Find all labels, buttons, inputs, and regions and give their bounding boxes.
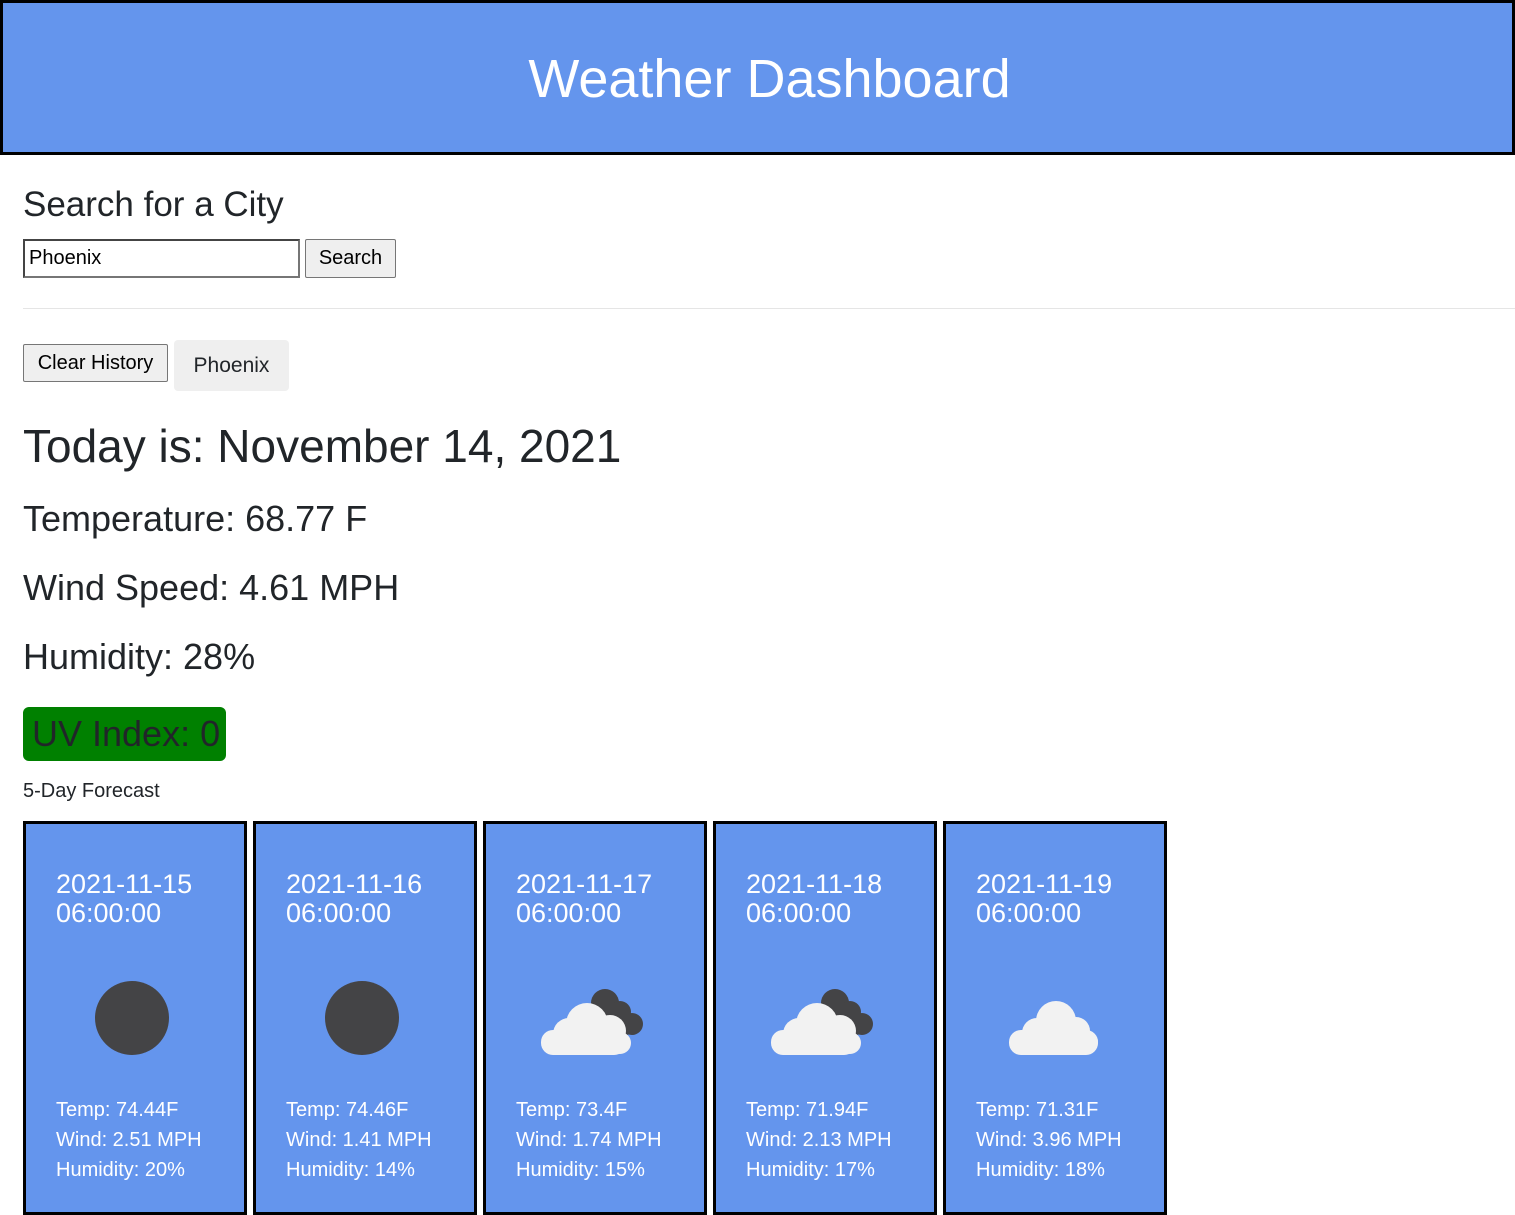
forecast-card: 2021-11-19 06:00:00 Temp: 71.31F Wind: 3… bbox=[943, 821, 1167, 1215]
forecast-date: 2021-11-18 06:00:00 bbox=[746, 869, 883, 928]
forecast-date: 2021-11-15 06:00:00 bbox=[56, 869, 193, 928]
forecast-date: 2021-11-19 06:00:00 bbox=[976, 869, 1113, 928]
search-button[interactable]: Search bbox=[305, 239, 396, 278]
current-wind-speed: Wind Speed: 4.61 MPH bbox=[23, 567, 400, 608]
forecast-humidity: Humidity: 14% bbox=[286, 1159, 415, 1181]
forecast-card: 2021-11-16 06:00:00 Temp: 74.46F Wind: 1… bbox=[253, 821, 477, 1215]
page-header: Weather Dashboard bbox=[0, 0, 1515, 155]
forecast-wind: Wind: 1.74 MPH bbox=[516, 1129, 662, 1151]
full-moon-icon bbox=[78, 968, 190, 1068]
forecast-temp: Temp: 74.46F bbox=[286, 1099, 409, 1121]
forecast-card: 2021-11-18 06:00:00 Temp: 71.94F Wind: 2… bbox=[713, 821, 937, 1215]
forecast-heading: 5-Day Forecast bbox=[23, 780, 160, 802]
current-date: Today is: November 14, 2021 bbox=[23, 420, 622, 472]
full-moon-icon bbox=[308, 968, 420, 1068]
forecast-humidity: Humidity: 18% bbox=[976, 1159, 1105, 1181]
forecast-wind: Wind: 3.96 MPH bbox=[976, 1129, 1122, 1151]
forecast-wind: Wind: 1.41 MPH bbox=[286, 1129, 432, 1151]
current-temperature: Temperature: 68.77 F bbox=[23, 498, 368, 539]
forecast-humidity: Humidity: 20% bbox=[56, 1159, 185, 1181]
forecast-temp: Temp: 71.94F bbox=[746, 1099, 869, 1121]
uv-index-badge: UV Index: 0 bbox=[23, 707, 226, 761]
forecast-date: 2021-11-16 06:00:00 bbox=[286, 869, 423, 928]
forecast-humidity: Humidity: 15% bbox=[516, 1159, 645, 1181]
cloud-icon bbox=[998, 968, 1110, 1068]
search-heading: Search for a City bbox=[23, 185, 284, 224]
forecast-wind: Wind: 2.51 MPH bbox=[56, 1129, 202, 1151]
clear-history-button[interactable]: Clear History bbox=[23, 344, 168, 382]
history-item-phoenix[interactable]: Phoenix bbox=[174, 340, 289, 391]
forecast-temp: Temp: 71.31F bbox=[976, 1099, 1099, 1121]
forecast-card: 2021-11-17 06:00:00 Temp: 73.4F Wind: 1.… bbox=[483, 821, 707, 1215]
night-clouds-icon bbox=[538, 968, 650, 1068]
forecast-wind: Wind: 2.13 MPH bbox=[746, 1129, 892, 1151]
forecast-temp: Temp: 73.4F bbox=[516, 1099, 628, 1121]
forecast-temp: Temp: 74.44F bbox=[56, 1099, 179, 1121]
forecast-card: 2021-11-15 06:00:00 Temp: 74.44F Wind: 2… bbox=[23, 821, 247, 1215]
night-clouds-icon bbox=[768, 968, 880, 1068]
current-humidity: Humidity: 28% bbox=[23, 636, 256, 677]
page-title: Weather Dashboard bbox=[528, 48, 1011, 109]
city-search-input[interactable] bbox=[23, 239, 300, 278]
forecast-date: 2021-11-17 06:00:00 bbox=[516, 869, 653, 928]
divider bbox=[23, 308, 1515, 309]
forecast-humidity: Humidity: 17% bbox=[746, 1159, 875, 1181]
